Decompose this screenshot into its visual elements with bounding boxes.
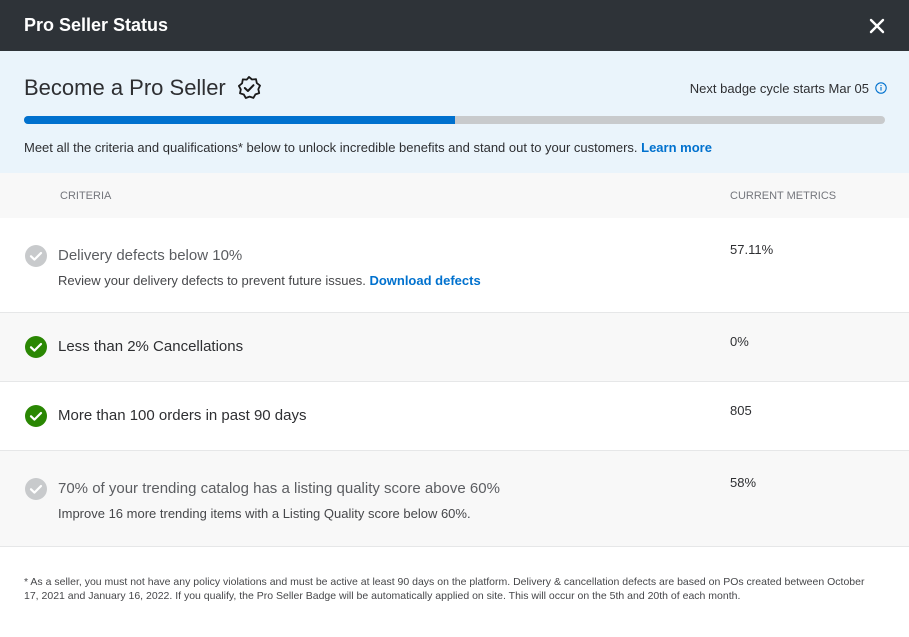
table-row: Delivery defects below 10% Review your d… xyxy=(0,218,909,313)
learn-more-link[interactable]: Learn more xyxy=(641,140,712,155)
modal-title: Pro Seller Status xyxy=(24,15,169,35)
modal-header: Pro Seller Status xyxy=(0,0,909,51)
criteria-subtitle-text: Review your delivery defects to prevent … xyxy=(58,273,366,288)
badge-cycle-info: Next badge cycle starts Mar 05 xyxy=(690,81,887,96)
download-defects-link[interactable]: Download defects xyxy=(369,273,480,288)
progress-bar xyxy=(24,116,885,124)
check-circle-gray-icon xyxy=(24,244,48,268)
footnote: * As a seller, you must not have any pol… xyxy=(24,576,865,602)
table-row: More than 100 orders in past 90 days 805 xyxy=(0,382,909,451)
metric-value: 58% xyxy=(730,475,757,490)
check-circle-filled-icon xyxy=(24,335,48,359)
table-row: 70% of your trending catalog has a listi… xyxy=(0,451,909,547)
hero-section: Become a Pro Seller Next badge cycle sta… xyxy=(0,51,909,173)
metric-value: 0% xyxy=(730,333,749,349)
badge-cycle-text: Next badge cycle starts Mar 05 xyxy=(689,80,869,96)
check-circle-filled-icon xyxy=(24,404,48,428)
criteria-title: More than 100 orders in past 90 days xyxy=(58,407,307,424)
progress-fill xyxy=(24,116,455,124)
check-circle-gray-icon xyxy=(24,477,48,501)
table-row: Less than 2% Cancellations 0% xyxy=(0,313,909,382)
hero-description-text: Meet all the criteria and qualifications… xyxy=(24,140,638,155)
metric-value: 805 xyxy=(730,402,752,418)
table-header: CRITERIA CURRENT METRICS xyxy=(0,173,909,218)
info-icon[interactable] xyxy=(875,82,887,94)
hero-description: Meet all the criteria and qualifications… xyxy=(24,140,885,155)
criteria-title: Less than 2% Cancellations xyxy=(58,338,244,355)
close-icon xyxy=(869,18,885,33)
criteria-column-header: CRITERIA xyxy=(60,189,112,202)
criteria-subtitle: Improve 16 more trending items with a Li… xyxy=(58,506,471,521)
pro-seller-modal: Pro Seller Status Become a Pro Seller Ne… xyxy=(0,0,909,637)
badge-check-icon xyxy=(236,75,262,101)
metric-value: 57.11% xyxy=(730,242,774,257)
criteria-subtitle: Review your delivery defects to prevent … xyxy=(58,273,481,288)
hero-title: Become a Pro Seller xyxy=(24,75,226,100)
close-button[interactable] xyxy=(867,16,887,36)
metrics-column-header: CURRENT METRICS xyxy=(730,189,837,202)
criteria-title: 70% of your trending catalog has a listi… xyxy=(58,480,500,497)
criteria-title: Delivery defects below 10% xyxy=(58,247,243,264)
